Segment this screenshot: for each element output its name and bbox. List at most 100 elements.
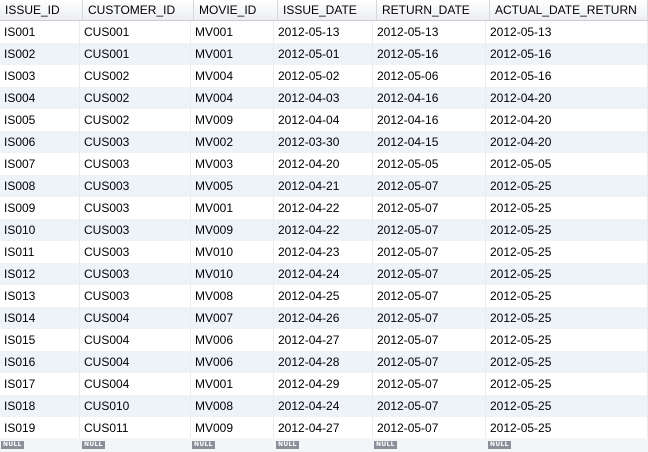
cell-issue-date[interactable]: 2012-05-02 xyxy=(274,65,373,87)
cell-issue-id[interactable]: IS013 xyxy=(0,285,80,307)
new-row[interactable]: NULL NULL NULL NULL NULL NULL xyxy=(0,438,648,452)
cell-issue-id[interactable]: IS015 xyxy=(0,329,80,351)
table-row[interactable]: IS005 CUS002 MV009 2012-04-04 2012-04-16 2012… xyxy=(0,109,648,131)
cell-movie-id[interactable]: MV010 xyxy=(191,241,274,263)
cell-customer-id[interactable]: CUS001 xyxy=(80,21,191,43)
cell-customer-id[interactable]: CUS003 xyxy=(80,153,191,175)
cell-movie-id[interactable]: MV006 xyxy=(191,329,274,351)
cell-actual-date-return[interactable]: 2012-05-25 xyxy=(486,263,648,285)
cell-movie-id[interactable]: MV006 xyxy=(191,351,274,373)
cell-actual-date-return[interactable]: 2012-05-16 xyxy=(486,43,648,65)
cell-return-date[interactable]: 2012-05-07 xyxy=(373,263,486,285)
cell-return-date[interactable]: 2012-05-13 xyxy=(373,21,486,43)
cell-return-date[interactable]: 2012-04-16 xyxy=(373,109,486,131)
table-row[interactable]: IS007 CUS003 MV003 2012-04-20 2012-05-05 2012… xyxy=(0,153,648,175)
cell-issue-date[interactable]: 2012-04-24 xyxy=(274,263,373,285)
cell-issue-id[interactable]: IS001 xyxy=(0,21,80,43)
cell-return-date[interactable]: 2012-05-07 xyxy=(373,351,486,373)
cell-issue-id[interactable]: IS007 xyxy=(0,153,80,175)
cell-return-date[interactable]: 2012-05-06 xyxy=(373,65,486,87)
cell-customer-id[interactable]: CUS001 xyxy=(80,43,191,65)
null-badge[interactable]: NULL xyxy=(82,441,105,449)
cell-issue-date[interactable]: 2012-04-25 xyxy=(274,285,373,307)
cell-issue-date[interactable]: 2012-03-30 xyxy=(274,131,373,153)
cell-return-date[interactable]: 2012-04-16 xyxy=(373,87,486,109)
cell-actual-date-return[interactable]: 2012-04-20 xyxy=(486,87,648,109)
cell-issue-id[interactable]: IS011 xyxy=(0,241,80,263)
table-row[interactable]: IS002 CUS001 MV001 2012-05-01 2012-05-16 2012… xyxy=(0,43,648,65)
cell-issue-id[interactable]: IS018 xyxy=(0,395,80,417)
cell-actual-date-return[interactable]: 2012-05-25 xyxy=(486,307,648,329)
cell-actual-date-return[interactable]: 2012-05-05 xyxy=(486,153,648,175)
table-row[interactable]: IS010 CUS003 MV009 2012-04-22 2012-05-07 2012… xyxy=(0,219,648,241)
cell-return-date[interactable]: 2012-05-05 xyxy=(373,153,486,175)
cell-issue-id[interactable]: IS014 xyxy=(0,307,80,329)
cell-actual-date-return[interactable]: 2012-05-25 xyxy=(486,175,648,197)
cell-customer-id[interactable]: CUS003 xyxy=(80,263,191,285)
cell-issue-id[interactable]: IS017 xyxy=(0,373,80,395)
cell-movie-id[interactable]: MV007 xyxy=(191,307,274,329)
column-header-issue-id[interactable]: ISSUE_ID xyxy=(0,0,83,20)
cell-issue-id[interactable]: IS008 xyxy=(0,175,80,197)
cell-customer-id[interactable]: CUS003 xyxy=(80,241,191,263)
cell-actual-date-return[interactable]: 2012-04-20 xyxy=(486,131,648,153)
cell-return-date[interactable]: 2012-05-07 xyxy=(373,395,486,417)
cell-customer-id[interactable]: CUS010 xyxy=(80,395,191,417)
table-row[interactable]: IS003 CUS002 MV004 2012-05-02 2012-05-06 2012… xyxy=(0,65,648,87)
table-row[interactable]: IS006 CUS003 MV002 2012-03-30 2012-04-15 2012… xyxy=(0,131,648,153)
cell-actual-date-return[interactable]: 2012-05-25 xyxy=(486,417,648,439)
cell-customer-id[interactable]: CUS004 xyxy=(80,373,191,395)
cell-customer-id[interactable]: CUS004 xyxy=(80,351,191,373)
cell-movie-id[interactable]: MV001 xyxy=(191,197,274,219)
cell-movie-id[interactable]: MV001 xyxy=(191,21,274,43)
cell-customer-id[interactable]: CUS002 xyxy=(80,109,191,131)
table-row[interactable]: IS015 CUS004 MV006 2012-04-27 2012-05-07 2012… xyxy=(0,329,648,351)
table-row[interactable]: IS008 CUS003 MV005 2012-04-21 2012-05-07 2012… xyxy=(0,175,648,197)
cell-issue-date[interactable]: 2012-04-22 xyxy=(274,219,373,241)
cell-movie-id[interactable]: MV001 xyxy=(191,373,274,395)
column-header-movie-id[interactable]: MOVIE_ID xyxy=(194,0,278,20)
cell-issue-id[interactable]: IS006 xyxy=(0,131,80,153)
cell-movie-id[interactable]: MV002 xyxy=(191,131,274,153)
table-row[interactable]: IS009 CUS003 MV001 2012-04-22 2012-05-07 2012… xyxy=(0,197,648,219)
cell-return-date[interactable]: 2012-05-07 xyxy=(373,307,486,329)
column-header-actual-date-return[interactable]: ACTUAL_DATE_RETURN xyxy=(490,0,648,20)
cell-actual-date-return[interactable]: 2012-05-25 xyxy=(486,219,648,241)
table-row[interactable]: IS012 CUS003 MV010 2012-04-24 2012-05-07 2012… xyxy=(0,263,648,285)
cell-customer-id[interactable]: CUS003 xyxy=(80,285,191,307)
cell-issue-date[interactable]: 2012-04-22 xyxy=(274,197,373,219)
cell-issue-id[interactable]: IS003 xyxy=(0,65,80,87)
table-row[interactable]: IS017 CUS004 MV001 2012-04-29 2012-05-07 2012… xyxy=(0,373,648,395)
cell-actual-date-return[interactable]: 2012-05-25 xyxy=(486,329,648,351)
cell-issue-id[interactable]: IS016 xyxy=(0,351,80,373)
cell-issue-id[interactable]: IS005 xyxy=(0,109,80,131)
cell-actual-date-return[interactable]: 2012-05-25 xyxy=(486,351,648,373)
cell-actual-date-return[interactable]: 2012-05-25 xyxy=(486,241,648,263)
cell-customer-id[interactable]: CUS004 xyxy=(80,329,191,351)
cell-issue-id[interactable]: IS002 xyxy=(0,43,80,65)
cell-customer-id[interactable]: CUS003 xyxy=(80,175,191,197)
cell-issue-date[interactable]: 2012-04-20 xyxy=(274,153,373,175)
cell-return-date[interactable]: 2012-05-07 xyxy=(373,285,486,307)
column-header-customer-id[interactable]: CUSTOMER_ID xyxy=(83,0,194,20)
cell-return-date[interactable]: 2012-05-07 xyxy=(373,197,486,219)
cell-actual-date-return[interactable]: 2012-05-13 xyxy=(486,21,648,43)
cell-issue-date[interactable]: 2012-05-13 xyxy=(274,21,373,43)
cell-actual-date-return[interactable]: 2012-05-25 xyxy=(486,395,648,417)
cell-movie-id[interactable]: MV009 xyxy=(191,219,274,241)
null-badge[interactable]: NULL xyxy=(1,441,24,449)
cell-return-date[interactable]: 2012-05-07 xyxy=(373,329,486,351)
cell-issue-id[interactable]: IS010 xyxy=(0,219,80,241)
cell-issue-date[interactable]: 2012-04-29 xyxy=(274,373,373,395)
cell-customer-id[interactable]: CUS002 xyxy=(80,87,191,109)
cell-movie-id[interactable]: MV009 xyxy=(191,417,274,439)
cell-customer-id[interactable]: CUS011 xyxy=(80,417,191,439)
null-badge[interactable]: NULL xyxy=(488,441,511,449)
cell-issue-date[interactable]: 2012-04-27 xyxy=(274,417,373,439)
cell-return-date[interactable]: 2012-05-07 xyxy=(373,241,486,263)
cell-movie-id[interactable]: MV009 xyxy=(191,109,274,131)
cell-issue-date[interactable]: 2012-04-21 xyxy=(274,175,373,197)
cell-customer-id[interactable]: CUS003 xyxy=(80,197,191,219)
cell-issue-id[interactable]: IS009 xyxy=(0,197,80,219)
cell-movie-id[interactable]: MV001 xyxy=(191,43,274,65)
